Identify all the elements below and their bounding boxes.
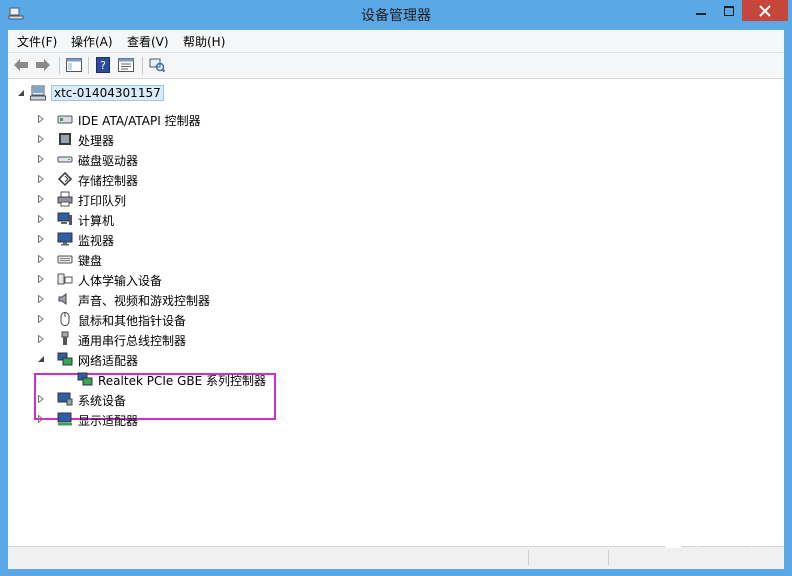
processor-icon (59, 133, 71, 145)
status-segment (528, 550, 609, 565)
system-device-icon (57, 392, 73, 406)
toolbar-separator (142, 57, 143, 74)
menu-file[interactable]: 文件(F) (17, 33, 57, 50)
expand-arrow-icon[interactable] (37, 415, 45, 423)
expand-arrow-icon[interactable] (37, 135, 45, 143)
tree-category-item[interactable]: 显示适配器 (78, 412, 138, 429)
expand-arrow-icon[interactable] (37, 195, 45, 203)
expand-arrow-icon[interactable] (37, 155, 45, 163)
tree-category-item[interactable]: IDE ATA/ATAPI 控制器 (78, 112, 201, 129)
tree-category-item[interactable]: 磁盘驱动器 (78, 152, 138, 169)
tree-category-item[interactable]: 打印队列 (78, 192, 126, 209)
display-adapter-icon (57, 412, 72, 426)
scan-hardware-icon (149, 58, 165, 73)
tree-category-item[interactable]: 计算机 (78, 212, 114, 229)
help-button[interactable]: ? (93, 56, 113, 74)
back-button[interactable] (11, 56, 31, 74)
mouse-icon (60, 312, 70, 326)
expand-arrow-icon[interactable] (37, 255, 45, 263)
forward-button[interactable] (33, 56, 53, 74)
scan-hardware-button[interactable] (147, 56, 167, 74)
toolbar-separator (59, 57, 60, 74)
window-title: 设备管理器 (361, 8, 431, 24)
properties-icon (118, 58, 134, 72)
ide-controller-icon (57, 115, 73, 124)
tree-category-item[interactable]: 监视器 (78, 232, 114, 249)
monitor-icon (57, 232, 73, 246)
maximize-icon (724, 5, 734, 16)
tree-category-item[interactable]: 网络适配器 (78, 352, 138, 369)
computer-root-icon (30, 85, 46, 101)
toolbar: ? (8, 53, 784, 79)
console-tree-icon (66, 58, 82, 72)
tree-category-item[interactable]: 人体学输入设备 (78, 272, 162, 289)
expand-arrow-icon[interactable] (37, 295, 45, 303)
tree-category-item[interactable]: 鼠标和其他指针设备 (78, 312, 186, 329)
close-icon (759, 4, 771, 17)
storage-controller-icon (57, 171, 73, 187)
hid-icon (57, 273, 73, 285)
watermark-text: 系统之家 (690, 529, 762, 550)
expand-arrow-icon[interactable] (37, 215, 45, 223)
back-arrow-icon (14, 59, 28, 71)
tree-device-item[interactable]: Realtek PCIe GBE 系列控制器 (98, 372, 266, 389)
tree-root-computer[interactable]: xtc-01404301157 (51, 85, 164, 101)
minimize-icon (696, 12, 706, 15)
computer-icon (57, 212, 72, 225)
close-button[interactable] (742, 0, 788, 21)
help-icon: ? (96, 57, 110, 73)
collapse-arrow-icon[interactable] (37, 355, 45, 363)
speaker-icon (58, 293, 67, 305)
menu-action[interactable]: 操作(A) (71, 33, 113, 50)
svg-text:?: ? (100, 59, 106, 72)
collapse-arrow-icon[interactable] (17, 89, 25, 97)
tree-category-item[interactable]: 通用串行总线控制器 (78, 332, 186, 349)
title-bar[interactable]: 设备管理器 (0, 0, 792, 30)
expand-arrow-icon[interactable] (37, 115, 45, 123)
device-manager-window: 设备管理器 文件(F) 操作(A) 查看(V) 帮助(H) ? xtc-0140… (0, 0, 792, 576)
minimize-button[interactable] (686, 0, 716, 21)
expand-arrow-icon[interactable] (37, 275, 45, 283)
console-tree-button[interactable] (64, 56, 84, 74)
menu-help[interactable]: 帮助(H) (183, 33, 225, 50)
client-area: 文件(F) 操作(A) 查看(V) 帮助(H) ? xtc-0140430115… (8, 30, 784, 569)
tree-category-item[interactable]: 键盘 (78, 252, 102, 269)
tree-category-item[interactable]: 处理器 (78, 132, 114, 149)
device-tree[interactable]: xtc-01404301157 IDE ATA/ATAPI 控制器 处理器磁盘驱动… (8, 79, 784, 545)
expand-arrow-icon[interactable] (37, 335, 45, 343)
expand-arrow-icon[interactable] (37, 175, 45, 183)
disk-drive-icon (57, 156, 73, 163)
network-adapter-icon (77, 372, 93, 386)
maximize-button[interactable] (716, 0, 742, 21)
tree-category-item[interactable]: 存储控制器 (78, 172, 138, 189)
menu-view[interactable]: 查看(V) (127, 33, 169, 50)
tree-category-item[interactable]: 系统设备 (78, 392, 126, 409)
usb-icon (61, 331, 69, 345)
toolbar-separator (88, 57, 89, 74)
tree-category-item[interactable]: 声音、视频和游戏控制器 (78, 292, 210, 309)
expand-arrow-icon[interactable] (37, 395, 45, 403)
printer-icon (57, 191, 73, 207)
watermark-house-icon (660, 527, 686, 548)
expand-arrow-icon[interactable] (37, 315, 45, 323)
properties-button[interactable] (116, 56, 136, 74)
menu-bar: 文件(F) 操作(A) 查看(V) 帮助(H) (8, 30, 784, 53)
keyboard-icon (57, 255, 73, 264)
network-adapter-icon (57, 352, 73, 366)
forward-arrow-icon (36, 59, 50, 71)
watermark-logo: 系统之家 (660, 518, 786, 558)
expand-arrow-icon[interactable] (37, 235, 45, 243)
